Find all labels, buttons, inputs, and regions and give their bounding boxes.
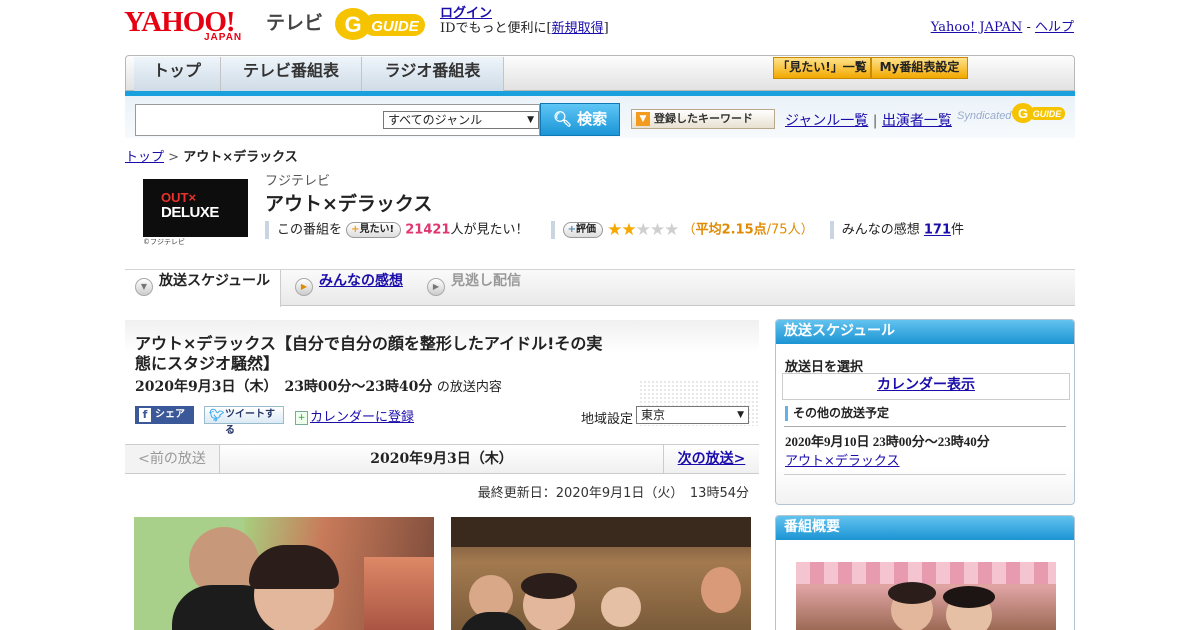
tab-reviews[interactable]: ▶ みんなの感想 — [285, 270, 415, 306]
breadcrumb: トップ > アウト×デラックス — [125, 150, 298, 165]
genre-select-value: すべてのジャンル — [388, 113, 483, 127]
overview-sidebar: 番組概要 — [775, 515, 1075, 630]
other-broadcasts-label: その他の放送予定 — [785, 406, 889, 421]
want-count: 21421 — [405, 222, 451, 238]
search-button-label: 検索 — [577, 110, 608, 128]
login-link[interactable]: ログイン — [440, 6, 492, 21]
breadcrumb-current: アウト×デラックス — [183, 150, 298, 165]
next-broadcast-link[interactable]: 次の放送> — [663, 445, 759, 473]
episode-datetime: 2020年9月3日（木） 23時00分～23時40分 の放送内容 — [135, 379, 502, 395]
broadcast-pager: <前の放送 2020年9月3日（木） 次の放送> — [125, 444, 759, 474]
episode-photo — [134, 517, 434, 630]
gguide-small-logo: G GUIDE — [1012, 103, 1065, 123]
episode-info: アウト×デラックス【自分で自分の顔を整形したアイドル!その実態にスタジオ騒然】 … — [125, 320, 759, 436]
rating-average: 平均2.15点 — [695, 222, 767, 238]
svg-text:GUIDE: GUIDE — [1033, 109, 1063, 119]
episode-photo — [451, 517, 751, 630]
want-list-button[interactable]: 「見たい!」一覧 — [773, 57, 871, 79]
program-logo: OUT× DELUXE — [143, 179, 248, 237]
chevron-down-icon: ▼ — [527, 115, 534, 125]
chevron-down-icon: ▼ — [135, 278, 153, 296]
gguide-logo: G GUIDE — [333, 6, 433, 42]
schedule-sidebar-header: 放送スケジュール — [776, 320, 1074, 344]
search-links: ジャンル一覧 | 出演者一覧 — [785, 113, 952, 129]
pager-current-date: 2020年9月3日（木） — [370, 451, 513, 467]
content-tabs: ▼ 放送スケジュール ▶ みんなの感想 ▶ 見逃し配信 — [125, 269, 1075, 307]
nav-tab-tv-schedule[interactable]: テレビ番組表 — [221, 57, 362, 91]
star-icon: ★ — [635, 220, 651, 240]
genre-select[interactable]: すべてのジャンル ▼ — [383, 111, 539, 129]
play-icon: ▶ — [295, 278, 313, 296]
star-icon: ★ — [664, 220, 679, 240]
facebook-share-button[interactable]: f シェア — [135, 406, 194, 424]
program-meta: この番組を +見たい! 21421人が見たい！ +評価 ★★★★★ （平均2.1… — [265, 220, 964, 240]
tweet-button[interactable]: 🐦︎ ツイートする — [204, 406, 284, 436]
divider — [784, 474, 1066, 475]
rate-button[interactable]: +評価 — [562, 222, 604, 238]
main-nav: トップ テレビ番組表 ラジオ番組表 「見たい!」一覧 My番組表設定 — [125, 55, 1075, 96]
search-button[interactable]: 🔍︎ 検索 — [540, 103, 620, 136]
yahoo-japan-link[interactable]: Yahoo! JAPAN — [931, 20, 1023, 35]
plus-icon: + — [567, 224, 577, 235]
star-icon: ★ — [607, 220, 622, 240]
region-select[interactable]: 東京 ▼ — [636, 406, 749, 424]
nav-tab-radio-schedule[interactable]: ラジオ番組表 — [362, 57, 504, 91]
search-bar: すべてのジャンル ▼ 🔍︎ 検索 ▼ 登録したキーワード ジャンル一覧 | 出演… — [125, 96, 1075, 138]
region-label: 地域設定 — [581, 412, 634, 427]
genre-list-link[interactable]: ジャンル一覧 — [785, 113, 868, 129]
nav-tab-top[interactable]: トップ — [134, 57, 221, 91]
calendar-view-button[interactable]: カレンダー表示 — [782, 373, 1070, 400]
chevron-down-icon: ▼ — [636, 112, 650, 126]
tv-label: テレビ — [266, 12, 324, 34]
station-name: フジテレビ — [265, 174, 331, 189]
other-broadcast-time: 2020年9月10日 23時00分～23時40分 — [785, 434, 990, 449]
svg-text:GUIDE: GUIDE — [371, 18, 420, 35]
login-area: ログイン IDでもっと便利に[新規取得] — [440, 6, 609, 36]
login-prompt: IDでもっと便利に[新規取得] — [440, 21, 609, 36]
signup-link[interactable]: 新規取得 — [552, 21, 604, 36]
region-select-value: 東京 — [641, 408, 666, 422]
calendar-register[interactable]: + カレンダーに登録 — [295, 406, 414, 425]
divider — [784, 426, 1066, 427]
registered-keyword-label: 登録したキーワード — [654, 112, 753, 125]
header-links: Yahoo! JAPAN - ヘルプ — [930, 20, 1074, 35]
prev-broadcast: <前の放送 — [125, 445, 220, 473]
breadcrumb-home-link[interactable]: トップ — [125, 150, 164, 165]
last-updated: 最終更新日：2020年9月1日（火） 13時54分 — [477, 486, 749, 501]
svg-text:G: G — [344, 12, 361, 37]
chevron-down-icon: ▼ — [737, 410, 744, 420]
rating-count: /75人） — [766, 222, 814, 238]
rating-stars: ★★★★★ — [607, 220, 679, 240]
svg-text:G: G — [1018, 106, 1028, 121]
other-broadcast-link[interactable]: アウト×デラックス — [785, 450, 900, 469]
registered-keyword-button[interactable]: ▼ 登録したキーワード — [631, 109, 775, 129]
cast-list-link[interactable]: 出演者一覧 — [882, 113, 952, 129]
program-logo-copyright: ©フジテレビ — [143, 238, 185, 246]
episode-title: アウト×デラックス【自分で自分の顔を整形したアイドル!その実態にスタジオ騒然】 — [135, 334, 603, 373]
overview-photo — [796, 562, 1056, 630]
facebook-icon: f — [139, 408, 151, 422]
japan-logo-text: JAPAN — [204, 32, 243, 43]
want-button[interactable]: +見たい! — [346, 222, 402, 238]
star-icon: ★ — [649, 220, 665, 240]
help-link[interactable]: ヘルプ — [1035, 20, 1074, 35]
calendar-icon: + — [295, 410, 308, 425]
tab-schedule[interactable]: ▼ 放送スケジュール — [125, 270, 281, 307]
schedule-sidebar: 放送スケジュール 放送日を選択 カレンダー表示 その他の放送予定 2020年9月… — [775, 319, 1075, 505]
syndicated-label: Syndicated — [957, 110, 1012, 122]
play-icon: ▶ — [427, 278, 445, 296]
gguide-logo-graphic: G GUIDE — [335, 8, 425, 40]
my-schedule-button[interactable]: My番組表設定 — [871, 57, 968, 79]
yahoo-japan-logo[interactable]: YAHOO! JAPAN — [124, 6, 262, 43]
tab-catchup: ▶ 見逃し配信 — [417, 270, 547, 306]
search-icon: 🔍︎ — [552, 110, 572, 128]
plus-icon: + — [351, 224, 360, 235]
program-title: アウト×デラックス — [265, 193, 433, 215]
reviews-count-link[interactable]: 171 — [924, 223, 951, 238]
twitter-icon: 🐦︎ — [209, 408, 225, 422]
overview-sidebar-header: 番組概要 — [776, 516, 1074, 540]
star-icon: ★ — [621, 220, 636, 240]
